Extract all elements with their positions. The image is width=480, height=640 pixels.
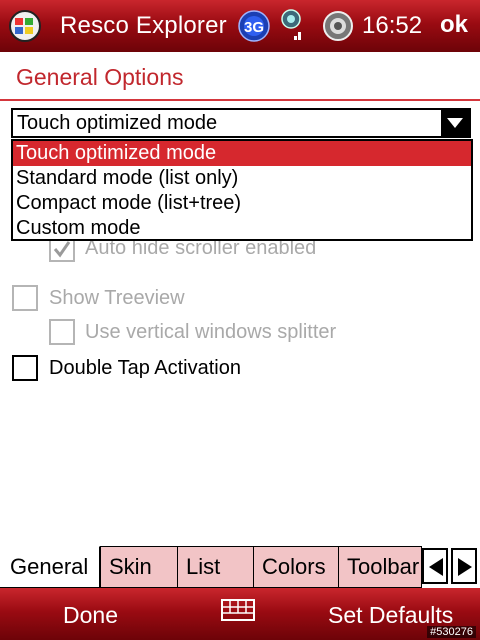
- show-treeview-label: Show Treeview: [49, 287, 185, 309]
- ok-button[interactable]: ok: [440, 11, 468, 39]
- checkmark-icon: [53, 241, 71, 258]
- show-treeview-checkbox[interactable]: [12, 285, 38, 311]
- tab-skin[interactable]: Skin: [100, 546, 178, 588]
- keyboard-icon[interactable]: [221, 599, 255, 621]
- tab-strip: General Skin List Colors Toolbar: [0, 546, 480, 588]
- softkey-bar: Done Set Defaults #530276: [0, 588, 480, 640]
- double-tap-checkbox[interactable]: [12, 355, 38, 381]
- mode-dropdown[interactable]: Touch optimized mode: [11, 108, 471, 138]
- windows-start-icon[interactable]: [6, 9, 44, 43]
- clock[interactable]: 16:52: [362, 12, 422, 40]
- mode-option-custom[interactable]: Custom mode: [13, 216, 471, 241]
- arrow-right-icon: [458, 558, 472, 576]
- title-divider: [0, 99, 480, 101]
- double-tap-label: Double Tap Activation: [49, 357, 241, 379]
- vertical-splitter-label: Use vertical windows splitter: [85, 321, 337, 343]
- network-label: 3G: [244, 19, 264, 36]
- mode-dropdown-value: Touch optimized mode: [17, 112, 218, 134]
- done-softkey[interactable]: Done: [63, 602, 118, 629]
- tab-general[interactable]: General: [0, 546, 100, 588]
- mode-option-standard[interactable]: Standard mode (list only): [13, 166, 471, 191]
- vertical-splitter-checkbox[interactable]: [49, 319, 75, 345]
- signal-strength-icon[interactable]: [280, 8, 310, 48]
- tab-scroll-right-button[interactable]: [451, 548, 477, 584]
- tab-scroll-left-button[interactable]: [422, 548, 448, 584]
- watermark-label: #530276: [427, 626, 476, 638]
- volume-icon[interactable]: [322, 10, 354, 42]
- chevron-down-icon: [447, 118, 463, 128]
- mode-option-compact[interactable]: Compact mode (list+tree): [13, 191, 471, 216]
- 3g-network-icon[interactable]: 3G: [238, 10, 270, 42]
- dropdown-arrow-button[interactable]: [441, 110, 469, 136]
- arrow-left-icon: [429, 558, 443, 576]
- app-title: Resco Explorer: [60, 12, 227, 39]
- tab-list[interactable]: List: [177, 546, 254, 588]
- mode-option-touch[interactable]: Touch optimized mode: [13, 141, 471, 166]
- tab-colors[interactable]: Colors: [253, 546, 339, 588]
- page-title: General Options: [16, 64, 184, 90]
- status-bar: Resco Explorer 3G 16:52 ok: [0, 0, 480, 52]
- set-defaults-softkey[interactable]: Set Defaults: [328, 602, 453, 629]
- tab-toolbar[interactable]: Toolbar: [338, 546, 422, 588]
- mode-dropdown-list: Touch optimized mode Standard mode (list…: [11, 139, 473, 241]
